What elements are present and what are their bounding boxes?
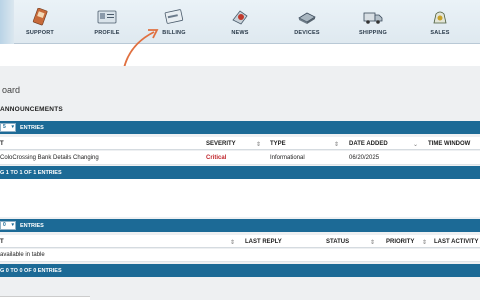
chevron-down-icon: ▾ <box>11 222 14 228</box>
nav-label-devices: DEVICES <box>294 30 320 36</box>
column-header-priority[interactable]: PRIORITY <box>386 239 414 245</box>
announcement-type: Informational <box>270 155 305 161</box>
chevron-down-icon: ▾ <box>11 124 14 130</box>
tickets-table-header: T ⇕ LAST REPLY STATUS ⇕ PRIORITY ⇕ LAST … <box>0 235 480 248</box>
empty-table-message: available in table <box>0 252 45 258</box>
announcements-title: ANNOUNCEMENTS <box>0 106 63 113</box>
support-icon <box>32 8 48 26</box>
news-icon <box>232 10 248 25</box>
announcement-title[interactable]: ColoCrossing Bank Details Changing <box>0 155 99 161</box>
nav-item-support[interactable]: SUPPORT <box>10 8 70 36</box>
column-header-time-window[interactable]: TIME WINDOW <box>428 141 470 147</box>
sort-desc-icon[interactable]: ⌄ <box>413 141 418 148</box>
tickets-entries-select-value: 0 <box>3 222 6 228</box>
profile-icon <box>97 10 117 24</box>
column-header-date-added[interactable]: DATE ADDED <box>349 141 388 147</box>
sales-icon <box>433 11 447 24</box>
column-header-type[interactable]: TYPE <box>270 141 286 147</box>
tickets-info: G 0 TO 0 OF 0 ENTRIES <box>0 268 62 274</box>
entries-select[interactable]: 5 ▾ <box>0 123 16 132</box>
column-header-status[interactable]: STATUS <box>326 239 349 245</box>
top-navigation: SUPPORT PROFILE BILLING NEWS DEVICES SHI… <box>0 0 480 44</box>
announcement-date: 06/20/2025 <box>349 155 380 161</box>
nav-label-sales: SALES <box>430 30 450 36</box>
sort-icon[interactable]: ⇕ <box>256 141 261 148</box>
nav-item-shipping[interactable]: SHIPPING <box>343 8 403 36</box>
tickets-entries-select[interactable]: 0 ▾ <box>0 221 16 230</box>
nav-label-support: SUPPORT <box>26 30 54 36</box>
severity-badge: Critical <box>206 155 227 161</box>
nav-label-shipping: SHIPPING <box>359 30 387 36</box>
entries-label: ENTRIES <box>20 125 44 131</box>
column-header-severity[interactable]: SEVERITY <box>206 141 236 147</box>
announcements-info-bar: G 1 TO 1 OF 1 ENTRIES <box>0 166 480 179</box>
nav-item-sales[interactable]: SALES <box>410 8 470 36</box>
sub-header <box>0 44 480 66</box>
nav-label-news: NEWS <box>231 30 249 36</box>
nav-item-news[interactable]: NEWS <box>210 8 270 36</box>
column-header-last-activity[interactable]: LAST ACTIVITY <box>434 239 478 245</box>
announcements-table-header: T SEVERITY ⇕ TYPE ⇕ DATE ADDED ⌄ TIME WI… <box>0 137 480 150</box>
nav-item-devices[interactable]: DEVICES <box>277 8 337 36</box>
tickets-length-bar: 0 ▾ ENTRIES <box>0 219 480 232</box>
sort-icon[interactable]: ⇕ <box>334 141 339 148</box>
column-header-last-reply[interactable]: LAST REPLY <box>245 239 282 245</box>
column-header-title[interactable]: T <box>0 239 4 245</box>
announcements-info: G 1 TO 1 OF 1 ENTRIES <box>0 170 62 176</box>
shipping-icon <box>363 12 383 24</box>
sort-icon[interactable]: ⇕ <box>370 239 375 246</box>
section-spacer <box>0 179 480 217</box>
empty-table-row: available in table <box>0 249 480 262</box>
page-title: oard <box>2 85 21 95</box>
sort-icon[interactable]: ⇕ <box>230 239 235 246</box>
tickets-entries-label: ENTRIES <box>20 223 44 229</box>
bottom-panel <box>0 296 90 300</box>
announcements-length-bar: 5 ▾ ENTRIES <box>0 121 480 134</box>
devices-icon <box>298 12 316 24</box>
column-header-title[interactable]: T <box>0 141 4 147</box>
table-row[interactable]: ColoCrossing Bank Details Changing Criti… <box>0 151 480 165</box>
sort-icon[interactable]: ⇕ <box>422 239 427 246</box>
billing-icon <box>164 9 184 24</box>
tickets-info-bar: G 0 TO 0 OF 0 ENTRIES <box>0 264 480 277</box>
entries-select-value: 5 <box>3 124 6 130</box>
